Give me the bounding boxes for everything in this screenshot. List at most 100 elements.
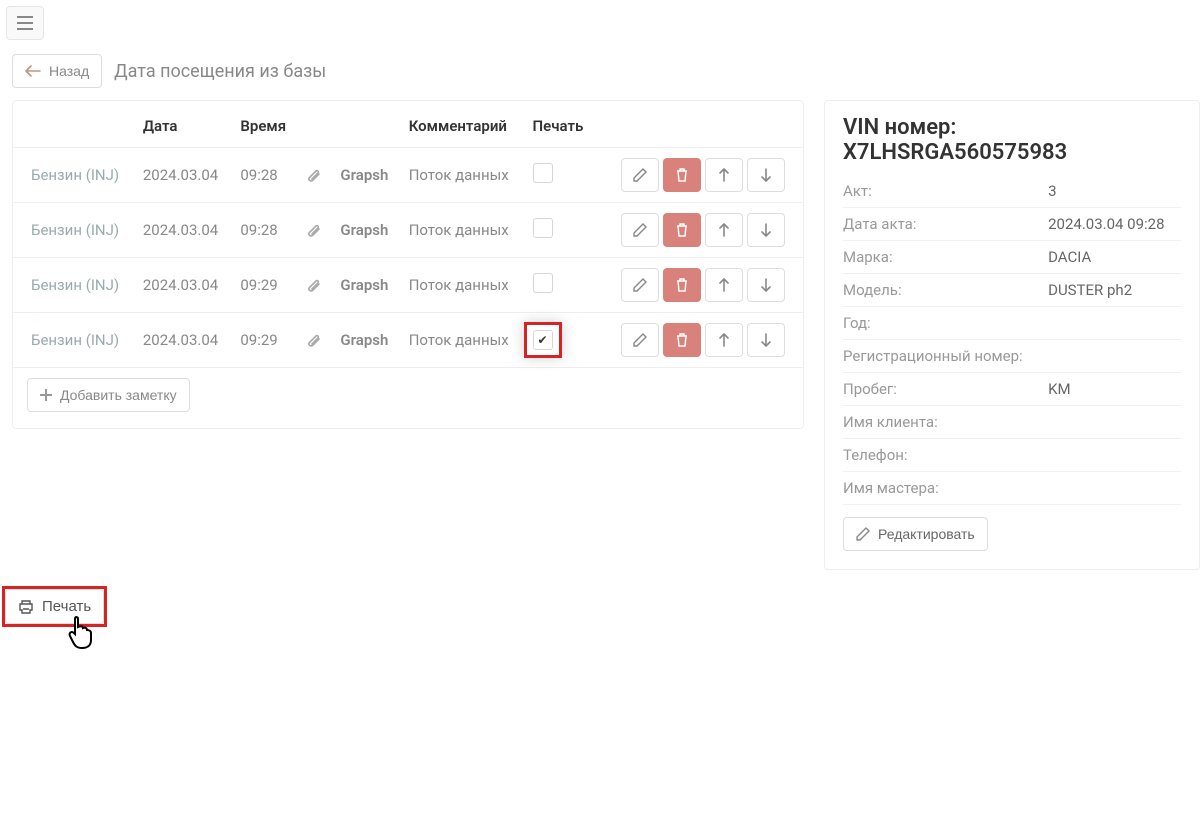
paperclip-icon[interactable] xyxy=(306,332,322,348)
print-label: Печать xyxy=(42,598,91,615)
delete-row-button[interactable] xyxy=(663,158,701,192)
vin-panel: VIN номер: X7LHSRGA560575983 Акт:3 Дата … xyxy=(824,100,1200,570)
edit-row-button[interactable] xyxy=(621,213,659,247)
fuel-link[interactable]: Бензин (INJ) xyxy=(31,166,119,184)
hamburger-button[interactable] xyxy=(6,6,44,40)
model-val: DUSTER ph2 xyxy=(1048,274,1181,307)
hamburger-icon xyxy=(17,16,33,30)
reg-label: Регистрационный номер: xyxy=(843,340,1048,373)
master-label: Имя мастера: xyxy=(843,472,1048,505)
edit-button[interactable]: Редактировать xyxy=(843,517,988,551)
arrow-down-icon xyxy=(761,278,771,292)
make-val: DACIA xyxy=(1048,241,1181,274)
col-date: Дата xyxy=(135,101,233,148)
arrow-up-icon xyxy=(719,223,729,237)
move-up-button[interactable] xyxy=(705,158,743,192)
arrow-down-icon xyxy=(761,168,771,182)
time-cell: 09:29 xyxy=(232,258,298,313)
trash-icon xyxy=(675,168,689,182)
col-time: Время xyxy=(232,101,298,148)
time-cell: 09:29 xyxy=(232,313,298,368)
move-down-button[interactable] xyxy=(747,158,785,192)
edit-row-button[interactable] xyxy=(621,158,659,192)
date-cell: 2024.03.04 xyxy=(135,313,233,368)
user-cell: Grapsh xyxy=(332,258,400,313)
back-label: Назад xyxy=(49,63,89,79)
arrow-left-icon xyxy=(25,65,41,77)
add-note-button[interactable]: Добавить заметку xyxy=(27,378,190,412)
col-print: Печать xyxy=(525,101,596,148)
move-up-button[interactable] xyxy=(705,323,743,357)
delete-row-button[interactable] xyxy=(663,323,701,357)
comment-cell: Поток данных xyxy=(401,313,525,368)
act-label: Акт: xyxy=(843,175,1048,208)
move-up-button[interactable] xyxy=(705,213,743,247)
time-cell: 09:28 xyxy=(232,148,298,203)
print-checkbox[interactable] xyxy=(533,218,553,238)
move-down-button[interactable] xyxy=(747,268,785,302)
page-title: Дата посещения из базы xyxy=(114,61,326,82)
col-comment: Комментарий xyxy=(401,101,525,148)
print-icon xyxy=(18,600,34,614)
visits-table: Дата Время Комментарий Печать Бензин (IN… xyxy=(13,101,803,368)
paperclip-icon[interactable] xyxy=(306,222,322,238)
client-label: Имя клиента: xyxy=(843,406,1048,439)
trash-icon xyxy=(675,333,689,347)
print-checkbox[interactable] xyxy=(533,163,553,183)
paperclip-icon[interactable] xyxy=(306,167,322,183)
comment-cell: Поток данных xyxy=(401,258,525,313)
trash-icon xyxy=(675,223,689,237)
arrow-down-icon xyxy=(761,333,771,347)
print-button[interactable]: Печать xyxy=(5,589,104,624)
print-checkbox[interactable] xyxy=(533,273,553,293)
arrow-up-icon xyxy=(719,168,729,182)
arrow-up-icon xyxy=(719,278,729,292)
move-down-button[interactable] xyxy=(747,323,785,357)
add-note-label: Добавить заметку xyxy=(60,387,177,403)
move-up-button[interactable] xyxy=(705,268,743,302)
actdate-val: 2024.03.04 09:28 xyxy=(1048,208,1181,241)
edit-row-button[interactable] xyxy=(621,323,659,357)
date-cell: 2024.03.04 xyxy=(135,258,233,313)
delete-row-button[interactable] xyxy=(663,213,701,247)
act-val: 3 xyxy=(1048,175,1181,208)
make-label: Марка: xyxy=(843,241,1048,274)
model-label: Модель: xyxy=(843,274,1048,307)
mileage-val: KM xyxy=(1048,373,1181,406)
pencil-icon xyxy=(856,527,870,541)
user-cell: Grapsh xyxy=(332,313,400,368)
back-button[interactable]: Назад xyxy=(12,54,102,88)
master-val xyxy=(1048,472,1181,505)
fuel-link[interactable]: Бензин (INJ) xyxy=(31,331,119,349)
time-cell: 09:28 xyxy=(232,203,298,258)
user-cell: Grapsh xyxy=(332,148,400,203)
edit-label: Редактировать xyxy=(878,526,975,542)
move-down-button[interactable] xyxy=(747,213,785,247)
print-checkbox[interactable] xyxy=(533,330,553,350)
trash-icon xyxy=(675,278,689,292)
plus-icon xyxy=(40,389,52,401)
arrow-down-icon xyxy=(761,223,771,237)
edit-row-button[interactable] xyxy=(621,268,659,302)
phone-val xyxy=(1048,439,1181,472)
table-row: Бензин (INJ) 2024.03.0409:29 GrapshПоток д… xyxy=(13,258,803,313)
vin-title: VIN номер: X7LHSRGA560575983 xyxy=(843,115,1181,165)
table-row: Бензин (INJ) 2024.03.0409:29 GrapshПоток д… xyxy=(13,313,803,368)
phone-label: Телефон: xyxy=(843,439,1048,472)
comment-cell: Поток данных xyxy=(401,148,525,203)
visits-panel: Дата Время Комментарий Печать Бензин (IN… xyxy=(12,100,804,429)
delete-row-button[interactable] xyxy=(663,268,701,302)
pencil-icon xyxy=(633,333,647,347)
vin-info-table: Акт:3 Дата акта:2024.03.04 09:28 Марка:D… xyxy=(843,175,1181,505)
table-row: Бензин (INJ)2024.03.0409:28GrapshПоток д… xyxy=(13,203,803,258)
date-cell: 2024.03.04 xyxy=(135,148,233,203)
year-label: Год: xyxy=(843,307,1048,340)
year-val xyxy=(1048,307,1181,340)
fuel-link[interactable]: Бензин (INJ) xyxy=(31,276,119,294)
pencil-icon xyxy=(633,278,647,292)
paperclip-icon[interactable] xyxy=(306,277,322,293)
date-cell: 2024.03.04 xyxy=(135,203,233,258)
reg-val xyxy=(1048,340,1181,373)
table-row: Бензин (INJ) 2024.03.0409:28 GrapshПоток д… xyxy=(13,148,803,203)
fuel-link[interactable]: Бензин (INJ) xyxy=(31,221,119,239)
